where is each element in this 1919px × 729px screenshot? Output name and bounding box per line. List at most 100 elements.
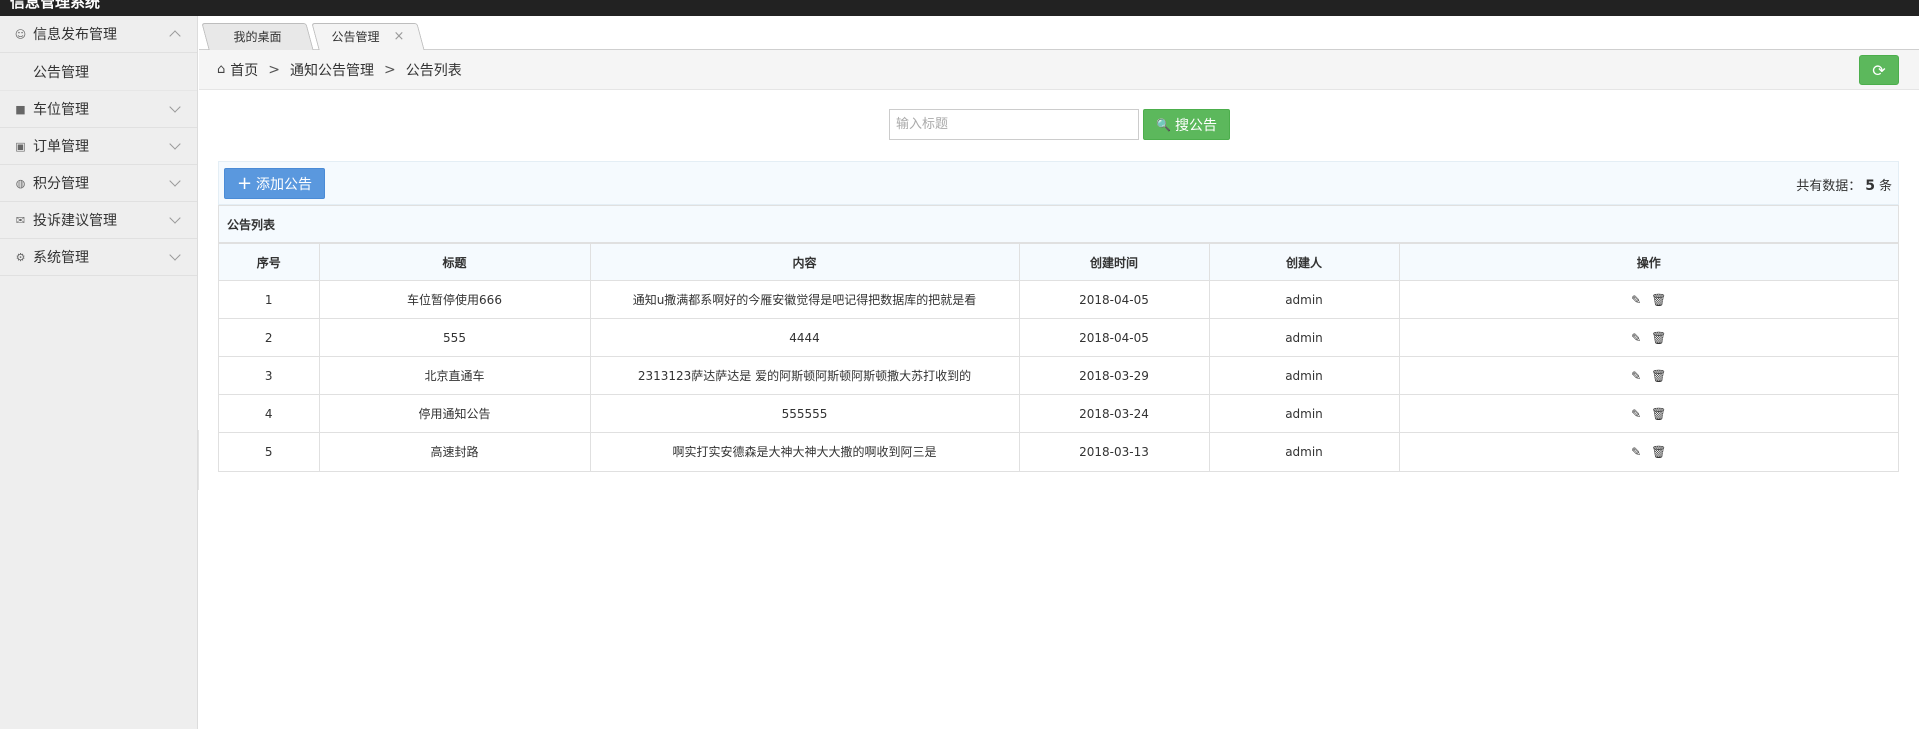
trash-icon[interactable]: 🗑 (1651, 331, 1666, 345)
cell-actions: ✎ 🗑 (1398, 432, 1898, 471)
table-row: 2 555 4444 2018-04-05 admin ✎ 🗑 (219, 318, 1898, 357)
mail-icon: ✉ (15, 213, 26, 227)
total-suffix: 条 (1878, 179, 1892, 194)
chevron-up-icon (169, 30, 181, 42)
table-caption: 公告列表 (219, 206, 1898, 243)
column-header: 标题 (318, 243, 591, 281)
chevron-down-icon (169, 212, 181, 224)
tab-my-desktop[interactable]: 我的桌面 (201, 23, 314, 50)
cell-creator: admin (1208, 356, 1400, 395)
chevron-down-icon (169, 175, 181, 187)
cell-creator: admin (1208, 318, 1400, 357)
edit-icon[interactable]: ✎ (1631, 445, 1641, 459)
cell-creator: admin (1208, 280, 1400, 319)
refresh-button[interactable]: ⟳ (1859, 55, 1899, 85)
cell-created: 2018-04-05 (1018, 318, 1210, 357)
cell-title: 高速封路 (318, 432, 591, 471)
database-icon: ◍ (15, 176, 26, 190)
cell-title: 555 (318, 318, 591, 357)
trash-icon[interactable]: 🗑 (1651, 293, 1666, 307)
tab-label: 我的桌面 (233, 30, 282, 44)
breadcrumb-level1[interactable]: 通知公告管理 (290, 60, 374, 80)
cell-created: 2018-04-05 (1018, 280, 1210, 319)
sidebar-item-parking[interactable]: ■ 车位管理 (0, 91, 197, 128)
cell-id: 5 (219, 432, 320, 471)
sidebar-item-label: 投诉建议管理 (33, 213, 117, 229)
cell-content: 通知u撒满都系啊好的今雁安徽觉得是吧记得把数据库的把就是看 (589, 280, 1020, 319)
cell-actions: ✎ 🗑 (1398, 280, 1898, 319)
search-input[interactable] (889, 109, 1139, 140)
cell-content: 啊实打实安德森是大神大神大大撒的啊收到阿三是 (589, 432, 1020, 471)
search-button[interactable]: 🔍 搜公告 (1143, 109, 1230, 140)
sidebar-item-label: 系统管理 (33, 250, 89, 266)
cell-content: 2313123萨达萨达是 爱的阿斯顿阿斯顿阿斯顿撒大苏打收到的 (589, 356, 1020, 395)
search-icon: 🔍 (1156, 117, 1171, 132)
table-header-row: 序号 标题 内容 创建时间 创建人 操作 (219, 243, 1898, 281)
edit-icon[interactable]: ✎ (1631, 293, 1641, 307)
close-icon[interactable]: × (394, 29, 405, 44)
cell-id: 1 (219, 280, 320, 319)
cell-id: 3 (219, 356, 320, 395)
list-toolbar: + 添加公告 共有数据： 5 条 (218, 161, 1899, 205)
trash-icon[interactable]: 🗑 (1651, 369, 1666, 383)
cell-content: 4444 (589, 318, 1020, 357)
trash-icon[interactable]: 🗑 (1651, 407, 1666, 421)
cell-created: 2018-03-13 (1018, 432, 1210, 471)
sidebar-subitem-notice[interactable]: 公告管理 (0, 53, 197, 91)
notice-table: 公告列表 序号 标题 内容 创建时间 创建人 操作 1 车位暂停使用666 通知… (218, 205, 1899, 472)
sidebar-item-info-publish[interactable]: ☺ 信息发布管理 (0, 16, 197, 53)
message-icon: ☺ (14, 27, 27, 41)
gear-icon: ⚙ (15, 250, 26, 264)
add-notice-button[interactable]: + 添加公告 (224, 168, 325, 199)
breadcrumb-level2: 公告列表 (405, 62, 462, 79)
app-brand: 信息管理系统 (10, 0, 101, 10)
sidebar-item-label: 积分管理 (33, 176, 89, 192)
trash-icon[interactable]: 🗑 (1651, 445, 1666, 459)
cell-actions: ✎ 🗑 (1398, 394, 1898, 433)
cell-creator: admin (1208, 394, 1400, 433)
sidebar-item-label: 信息发布管理 (33, 27, 117, 43)
table-row: 4 停用通知公告 555555 2018-03-24 admin ✎ 🗑 (219, 394, 1898, 433)
sidebar-item-label: 订单管理 (33, 139, 89, 155)
cell-title: 北京直通车 (318, 356, 591, 395)
cell-creator: admin (1208, 432, 1400, 471)
cell-title: 停用通知公告 (318, 394, 591, 433)
sidebar-item-label: 车位管理 (33, 102, 89, 118)
total-count-value: 5 (1865, 178, 1875, 194)
tab-notice-management[interactable]: 公告管理 × (311, 23, 425, 50)
cell-content: 555555 (589, 394, 1020, 433)
main-content: 🔍 搜公告 + 添加公告 共有数据：5条 公告列表 序号 标题 内容 创建时间 (199, 91, 1919, 729)
sidebar-item-orders[interactable]: ▣ 订单管理 (0, 128, 197, 165)
refresh-icon: ⟳ (1872, 60, 1886, 80)
table-row: 5 高速封路 啊实打实安德森是大神大神大大撒的啊收到阿三是 2018-03-13… (219, 432, 1898, 471)
edit-icon[interactable]: ✎ (1631, 331, 1641, 345)
sidebar-item-points[interactable]: ◍ 积分管理 (0, 165, 197, 202)
breadcrumb: ⌂ 首页 > 通知公告管理 > 公告列表 ⟳ (199, 50, 1919, 90)
cell-id: 4 (219, 394, 320, 433)
home-icon: ⌂ (217, 62, 226, 77)
edit-icon[interactable]: ✎ (1631, 369, 1641, 383)
chevron-down-icon (169, 101, 181, 113)
search-bar: 🔍 搜公告 (889, 109, 1230, 140)
cell-created: 2018-03-24 (1018, 394, 1210, 433)
add-button-label: 添加公告 (256, 176, 313, 193)
cell-created: 2018-03-29 (1018, 356, 1210, 395)
sidebar: ☺ 信息发布管理 公告管理 ■ 车位管理 ▣ 订单管理 ◍ 积分管理 ✉ 投诉建… (0, 16, 198, 729)
breadcrumb-separator: > (268, 61, 280, 78)
table-row: 1 车位暂停使用666 通知u撒满都系啊好的今雁安徽觉得是吧记得把数据库的把就是… (219, 280, 1898, 319)
sidebar-item-system[interactable]: ⚙ 系统管理 (0, 239, 197, 276)
table-row: 3 北京直通车 2313123萨达萨达是 爱的阿斯顿阿斯顿阿斯顿撒大苏打收到的 … (219, 356, 1898, 395)
truck-icon: ■ (15, 102, 26, 116)
edit-icon[interactable]: ✎ (1631, 407, 1641, 421)
total-prefix: 共有数据： (1796, 179, 1862, 194)
column-header: 内容 (589, 243, 1020, 281)
sidebar-item-complaints[interactable]: ✉ 投诉建议管理 (0, 202, 197, 239)
cell-id: 2 (219, 318, 320, 357)
breadcrumb-home[interactable]: 首页 (230, 60, 258, 80)
search-button-label: 搜公告 (1174, 117, 1217, 134)
column-header: 创建时间 (1018, 243, 1210, 281)
cell-actions: ✎ 🗑 (1398, 356, 1898, 395)
top-bar: 信息管理系统 (0, 0, 1919, 16)
tab-label: 公告管理 (331, 30, 380, 44)
cell-title: 车位暂停使用666 (318, 280, 591, 319)
